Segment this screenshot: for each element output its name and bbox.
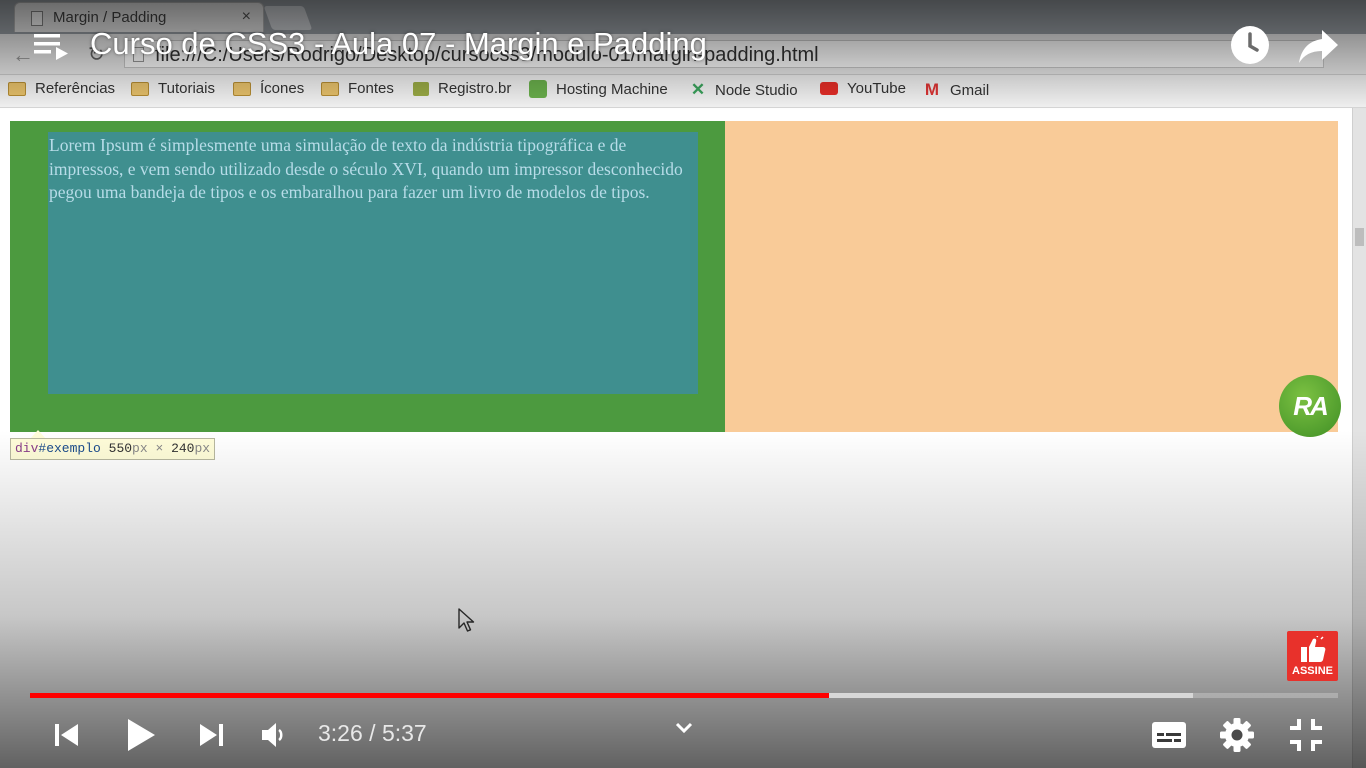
document-icon <box>31 11 43 26</box>
bookmark-label: YouTube <box>847 80 906 97</box>
lorem-paragraph: Lorem Ipsum é simplesmente uma simulação… <box>49 135 683 202</box>
folder-icon <box>321 81 339 96</box>
time-display: 3:26 / 5:37 <box>318 720 427 747</box>
previous-icon[interactable] <box>52 720 82 750</box>
captions-icon[interactable] <box>1150 719 1188 751</box>
volume-icon[interactable] <box>260 722 288 748</box>
bookmark-gmail[interactable]: M Gmail <box>923 80 989 100</box>
youtube-icon <box>820 82 838 95</box>
progress-played <box>30 693 830 698</box>
subscribe-button[interactable]: ASSINE <box>1287 631 1338 681</box>
tooltip-id: #exemplo <box>38 441 101 456</box>
hosting-machine-icon <box>529 80 547 98</box>
bookmark-registro[interactable]: Registro.br <box>413 80 511 97</box>
bookmark-label: Tutoriais <box>158 80 215 97</box>
bookmark-label: Gmail <box>950 81 990 99</box>
play-icon[interactable] <box>124 717 158 753</box>
share-icon[interactable] <box>1298 26 1340 66</box>
bookmark-label: Ícones <box>260 80 305 97</box>
video-title[interactable]: Curso de CSS3 - Aula 07 - Margin e Paddi… <box>90 26 707 62</box>
thumbs-up-icon <box>1301 636 1326 662</box>
settings-gear-icon[interactable] <box>1218 716 1256 754</box>
back-arrow-icon[interactable]: ← <box>12 42 34 68</box>
tooltip-unit: px <box>132 441 148 456</box>
folder-icon <box>131 81 149 96</box>
bookmark-label: Fontes <box>348 80 394 97</box>
chevron-down-icon[interactable] <box>674 720 694 736</box>
progress-bar[interactable] <box>30 693 1338 698</box>
time-total: 5:37 <box>381 720 427 746</box>
watch-later-icon[interactable] <box>1230 25 1270 65</box>
tooltip-height: 240 <box>171 441 195 456</box>
bookmark-tutoriais[interactable]: Tutoriais <box>131 80 215 97</box>
folder-icon <box>233 81 251 96</box>
scrollbar-thumb[interactable] <box>1355 228 1364 246</box>
bookmark-label: Hosting Machine <box>556 80 668 98</box>
tooltip-tag: div <box>15 441 39 456</box>
tooltip-separator: × <box>147 441 172 456</box>
bookmark-label: Node Studio <box>715 81 798 99</box>
playlist-icon[interactable] <box>34 30 70 60</box>
tooltip-unit: px <box>194 441 211 456</box>
channel-watermark-badge[interactable]: RA <box>1279 375 1341 437</box>
node-studio-icon: ✕ <box>690 80 706 99</box>
folder-icon <box>8 81 26 96</box>
tooltip-width: 550 <box>108 441 133 456</box>
tab-title: Margin / Padding <box>53 9 167 26</box>
bookmarks-bar: Referências Tutoriais Ícones Fontes Regi… <box>0 75 1366 108</box>
mouse-cursor-icon <box>458 608 475 632</box>
bookmark-icones[interactable]: Ícones <box>233 80 304 97</box>
bookmark-label: Registro.br <box>438 80 512 97</box>
gmail-icon: M <box>924 80 940 99</box>
bookmark-label: Referências <box>35 80 116 97</box>
time-current: 3:26 <box>318 720 363 746</box>
bookmark-referencias[interactable]: Referências <box>8 80 115 97</box>
subscribe-label: ASSINE <box>1292 665 1333 677</box>
bookmark-hosting-machine[interactable]: Hosting Machine <box>529 80 668 98</box>
bookmark-fontes[interactable]: Fontes <box>321 80 394 97</box>
scrollbar[interactable] <box>1352 108 1366 768</box>
inspector-tooltip: div#exemplo 550px × 240px <box>10 438 216 460</box>
bookmark-youtube[interactable]: YouTube <box>820 80 906 97</box>
time-separator: / <box>362 720 382 746</box>
exit-fullscreen-icon[interactable] <box>1287 716 1325 754</box>
next-icon[interactable] <box>196 720 226 750</box>
registro-icon <box>413 81 429 96</box>
close-tab-icon[interactable]: × <box>242 8 251 26</box>
bookmark-node-studio[interactable]: ✕ Node Studio <box>690 80 798 100</box>
orange-box <box>725 121 1338 432</box>
